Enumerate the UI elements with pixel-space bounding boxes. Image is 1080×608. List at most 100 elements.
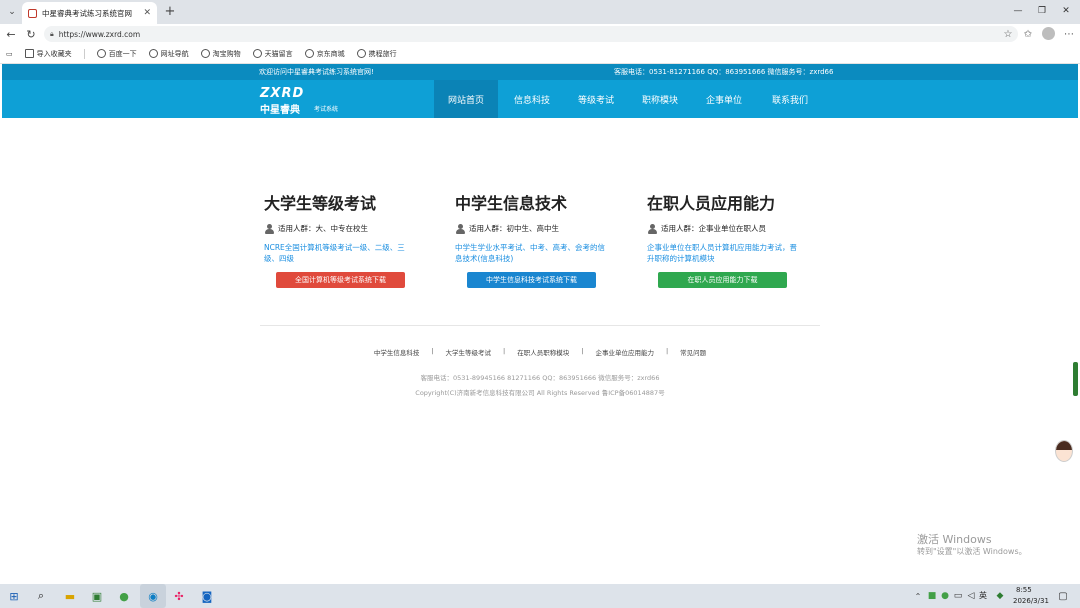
activate-windows-hint: 转到"设置"以激活 Windows。 xyxy=(917,547,1027,556)
side-scroll-indicator[interactable] xyxy=(1073,362,1078,396)
footer-copyright: Copyright(C)济南新考信息科技有限公司 All Rights Rese… xyxy=(415,389,665,397)
close-window-icon[interactable]: ✕ xyxy=(1058,4,1074,18)
fav-ctrip[interactable]: 携程旅行 xyxy=(356,49,397,59)
footer-separator: | xyxy=(665,347,669,355)
download-info-tech-button[interactable]: 中学生信息科技考试系统下载 xyxy=(467,272,596,288)
column-employee: 在职人员应用能力 适用人群：企事业单位在职人员 企事业单位在职人员计算机应用能力… xyxy=(647,190,817,288)
close-tab-icon[interactable]: ✕ xyxy=(143,8,151,18)
app-blue-icon[interactable]: ◙ xyxy=(199,588,215,604)
tab-title: 中星睿典考试练习系统官网 xyxy=(42,8,132,18)
tab-list-chevron-icon[interactable]: ⌄ xyxy=(4,4,20,20)
footer-link[interactable]: 大学生等级考试 xyxy=(446,347,492,357)
download-employee-button[interactable]: 在职人员应用能力下载 xyxy=(658,272,787,288)
footer-contact: 客服电话：0531-89945166 81271166 QQ：863951666… xyxy=(420,374,660,382)
column-title: 在职人员应用能力 xyxy=(647,194,776,213)
app-colorful-icon[interactable]: ✣ xyxy=(171,588,187,604)
column-college-exam: 大学生等级考试 适用人群：大、中专在校生 NCRE全国计算机等级考试一级、二级、… xyxy=(264,190,434,288)
favorites-list-icon[interactable]: ✩ xyxy=(1022,28,1034,40)
column-title: 中学生信息技术 xyxy=(455,194,568,213)
column-title: 大学生等级考试 xyxy=(264,194,377,213)
windows-taskbar: ⊞ ⌕ ▬ ▣ ● ◉ ✣ ◙ ⌃ ■ ● ▭ ◁ 英 ◆ 8:55 2026/… xyxy=(0,584,1080,608)
security-app-icon[interactable]: ◆ xyxy=(992,588,1008,604)
nav-title-module[interactable]: 职称模块 xyxy=(628,80,692,118)
fav-baidu[interactable]: 百度一下 xyxy=(96,49,137,59)
new-tab-plus-icon[interactable]: + xyxy=(162,3,178,19)
footer-link[interactable]: 中学生信息科技 xyxy=(374,347,420,357)
footer-link[interactable]: 常见问题 xyxy=(680,347,706,357)
footer-separator: | xyxy=(581,347,584,355)
footer-link[interactable]: 在职人员职称模块 xyxy=(517,347,569,357)
fav-label: 百度一下 xyxy=(108,49,137,58)
minimize-icon[interactable]: — xyxy=(1010,4,1026,18)
fav-label: 京东商城 xyxy=(316,49,345,58)
ime-indicator[interactable]: 英 xyxy=(979,590,987,601)
fav-label: 导入收藏夹 xyxy=(36,49,72,58)
app-green-icon[interactable]: ● xyxy=(116,588,132,604)
logo-sub: 考试系统 xyxy=(314,106,339,113)
logo-cn: 中星睿典 xyxy=(260,105,300,116)
customer-service-avatar[interactable] xyxy=(1055,440,1073,462)
footer-separator: | xyxy=(503,347,506,355)
column-desc[interactable]: 企事业单位在职人员计算机应用能力考试，晋升职称的计算机模块 xyxy=(647,242,797,264)
fav-import[interactable]: 导入收藏夹 xyxy=(24,49,72,59)
nav-home[interactable]: 网站首页 xyxy=(434,80,498,118)
windows-start-icon[interactable]: ⊞ xyxy=(6,588,22,604)
favorites-bar: ▭ 导入收藏夹 百度一下 网址导航 淘宝购物 天猫留言 京东商城 携程旅行 xyxy=(0,44,1080,64)
nav-contact[interactable]: 联系我们 xyxy=(758,80,822,118)
notification-icon[interactable]: ▢ xyxy=(1055,588,1071,604)
url-text: https://www.zxrd.com xyxy=(58,29,141,39)
sidebar-toggle-icon[interactable]: ▭ xyxy=(6,50,13,58)
fav-label: 携程旅行 xyxy=(368,49,397,58)
store-icon[interactable]: ▣ xyxy=(89,588,105,604)
logo-en: ZXRD xyxy=(260,86,305,101)
edge-browser-icon[interactable]: ◉ xyxy=(145,588,161,604)
column-audience: 适用人群：大、中专在校生 xyxy=(264,223,434,234)
fav-nav[interactable]: 网址导航 xyxy=(148,49,189,59)
column-audience: 适用人群：企事业单位在职人员 xyxy=(647,223,817,234)
fav-tmall[interactable]: 天猫留言 xyxy=(252,49,293,59)
globe-icon xyxy=(304,49,314,58)
globe-icon xyxy=(356,49,366,58)
download-ncre-button[interactable]: 全国计算机等级考试系统下载 xyxy=(276,272,405,288)
welcome-text: 欢迎访问中星睿典考试练习系统官网! xyxy=(259,68,374,76)
browser-tab-active[interactable]: 中星睿典考试练习系统官网 ✕ xyxy=(22,2,157,24)
file-explorer-icon[interactable]: ▬ xyxy=(62,588,78,604)
url-field[interactable]: 🔒︎ https://www.zxrd.com xyxy=(44,26,1018,42)
favorite-star-icon[interactable]: ☆ xyxy=(1002,28,1014,40)
globe-icon xyxy=(200,49,210,58)
audience-text: 适用人群：企事业单位在职人员 xyxy=(661,224,766,233)
nav-info-tech[interactable]: 信息科技 xyxy=(500,80,564,118)
refresh-icon[interactable]: ↻ xyxy=(24,27,38,41)
fav-taobao[interactable]: 淘宝购物 xyxy=(200,49,241,59)
nav-enterprise[interactable]: 企事单位 xyxy=(692,80,756,118)
clock-date[interactable]: 2026/3/31 xyxy=(1013,597,1049,605)
nav-grade-exam[interactable]: 等级考试 xyxy=(564,80,628,118)
profile-avatar[interactable] xyxy=(1042,27,1055,40)
fav-jd[interactable]: 京东商城 xyxy=(304,49,345,59)
back-arrow-icon[interactable]: ← xyxy=(4,27,18,41)
footer-link[interactable]: 企事业单位应用能力 xyxy=(595,347,654,357)
content-divider xyxy=(260,325,820,326)
more-menu-icon[interactable]: ⋯ xyxy=(1063,28,1075,40)
volume-icon[interactable]: ◁ xyxy=(963,588,979,604)
lock-icon: 🔒︎ xyxy=(50,29,54,38)
user-group-icon xyxy=(264,223,274,234)
clock-time[interactable]: 8:55 xyxy=(1016,586,1032,594)
site-logo[interactable]: ZXRD 中星睿典 考试系统 xyxy=(260,86,350,116)
search-icon[interactable]: ⌕ xyxy=(33,588,49,604)
activate-windows-title: 激活 Windows xyxy=(917,533,992,546)
column-desc[interactable]: 中学生学业水平考试、中考、高考、会考的信息技术(信息科技) xyxy=(455,242,607,264)
footer-separator: | xyxy=(431,347,434,355)
audience-text: 适用人群：大、中专在校生 xyxy=(278,224,368,233)
footer-links: 中学生信息科技 | 大学生等级考试 | 在职人员职称模块 | 企事业单位应用能力… xyxy=(0,347,1080,357)
address-bar-row: ← ↻ 🔒︎ https://www.zxrd.com ☆ ✩ ⋯ xyxy=(0,24,1080,44)
fav-label: 天猫留言 xyxy=(264,49,293,58)
globe-icon xyxy=(252,49,262,58)
column-audience: 适用人群：初中生、高中生 xyxy=(455,223,625,234)
browser-tab-strip: ⌄ 中星睿典考试练习系统官网 ✕ + — ❐ ✕ xyxy=(0,0,1080,24)
fav-divider xyxy=(83,48,85,59)
user-group-icon xyxy=(647,223,657,234)
fav-label: 淘宝购物 xyxy=(212,49,241,58)
restore-icon[interactable]: ❐ xyxy=(1034,4,1050,18)
column-desc[interactable]: NCRE全国计算机等级考试一级、二级、三级、四级 xyxy=(264,242,414,264)
